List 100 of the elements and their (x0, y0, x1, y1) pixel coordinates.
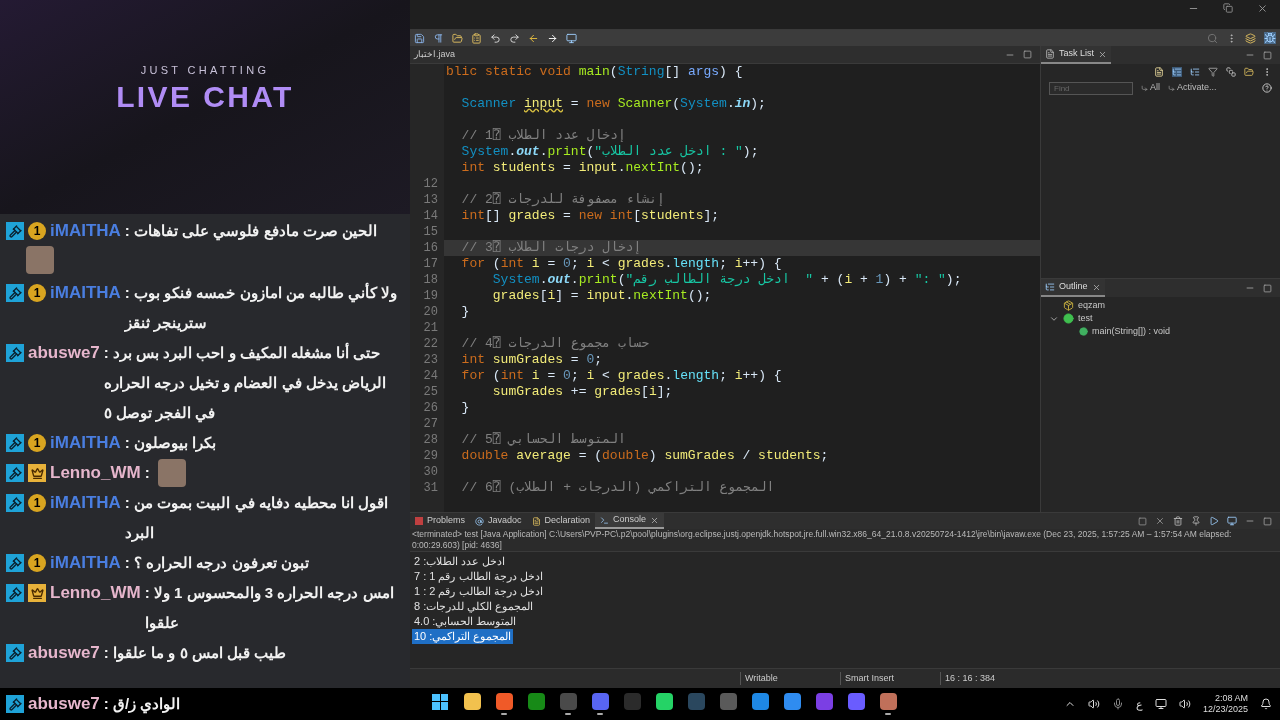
outline-item[interactable]: main(String[]) : void (1092, 324, 1171, 339)
problems-icon (415, 517, 423, 525)
subscriber-badge: 1 (28, 494, 46, 512)
restore-icon[interactable] (1223, 3, 1233, 13)
process-status-text: <terminated> test [Java Application] C:\Users\PVP-PC\.p2\pool\plugins\org.eclipse.justj.openjdk.hotspot.jre.full.win32.x86_64_21.0.8.v20250724-1412\jre\bin\javaw.exe (Dec 23, 2025, 1:57:25 AM – 1:57:54 AM elapsed: 0:00:29.603) [pid: 4636] (410, 529, 1280, 552)
code-line: blic static void main(String[] args) { (445, 64, 744, 80)
code-line: for (int i = 0; i < grades.length; i++) { (460, 368, 783, 384)
run-icon[interactable] (1209, 516, 1219, 526)
outline-item[interactable]: test (1078, 311, 1093, 326)
chat-message-text: : امس درجه الحراره 3 والمحسوس 1 ولا علقوا (144, 583, 395, 634)
input-language[interactable]: ع (1135, 695, 1143, 713)
line-number: 29 (423, 449, 438, 463)
pilcrow-icon[interactable] (433, 32, 444, 44)
line-number: 26 (423, 401, 438, 415)
help-icon[interactable] (1262, 83, 1272, 93)
taskbar-app-icon[interactable] (879, 693, 897, 710)
line-number: 16 (423, 241, 438, 255)
debug-perspective-icon[interactable] (1264, 32, 1276, 44)
task-list-icon (1045, 49, 1055, 59)
status-item: 16 : 16 : 384 (940, 671, 1040, 686)
stop-icon[interactable] (1138, 516, 1147, 526)
code-line: } (460, 304, 471, 320)
scheduled-icon[interactable] (1190, 67, 1200, 77)
status-item: Smart Insert (840, 671, 940, 686)
subscriber-badge: 1 (28, 554, 46, 572)
chat-username: iMAITHA (50, 492, 121, 514)
status-item: Writable (740, 671, 840, 686)
console-output-line: المجموع الكلي للدرجات: 8 (413, 599, 535, 614)
line-number: 31 (423, 481, 438, 495)
line-number: 14 (423, 209, 438, 223)
display-console-icon[interactable] (1227, 516, 1237, 526)
folder-icon[interactable] (452, 32, 463, 44)
code-line: Scanner input = new Scanner(System.in); (460, 96, 767, 112)
filter-link[interactable]: Activate... (1177, 81, 1217, 95)
volume-icon[interactable] (1178, 698, 1191, 710)
code-line: // 2⍰ إنشاء مصفوفة للدرجات (460, 192, 666, 208)
outline-item[interactable]: eqzam (1078, 298, 1105, 313)
remove-launch-icon[interactable] (1155, 516, 1165, 526)
search-icon[interactable] (1207, 32, 1218, 44)
notification-icon[interactable] (1260, 698, 1272, 710)
console-tab[interactable]: Problems (410, 513, 470, 529)
code-line: // 5⍰ المتوسط الحسابي (460, 432, 627, 448)
maximize-icon[interactable] (1263, 283, 1272, 293)
arrow-right-icon[interactable] (547, 32, 558, 44)
console-tab[interactable]: Declaration (526, 513, 596, 529)
task-list-tab[interactable]: Task List (1041, 46, 1111, 64)
close-icon[interactable] (1257, 3, 1268, 14)
microphone-icon[interactable] (1111, 698, 1124, 710)
chat-message-text: : (144, 463, 150, 483)
maximize-icon[interactable] (1263, 50, 1272, 60)
outline-icon (1045, 282, 1055, 292)
filter-icon[interactable] (1208, 67, 1218, 77)
outline-tab[interactable]: Outline (1041, 279, 1105, 297)
pin-icon[interactable] (1191, 516, 1201, 526)
window-icon[interactable] (566, 32, 577, 44)
taskbar-app-icon[interactable] (463, 693, 481, 710)
start-button[interactable] (432, 693, 448, 710)
overlay-title: LIVE CHAT (116, 78, 294, 115)
line-number: 27 (423, 417, 438, 431)
speaker-icon[interactable] (1087, 698, 1100, 710)
package-icon (1063, 300, 1074, 311)
console-output-line: ادخل عدد الطلاب: 2 (413, 554, 507, 569)
subscriber-badge: 1 (28, 222, 46, 240)
subscriber-badge: 1 (28, 434, 46, 452)
arrow-left-icon[interactable] (528, 32, 539, 44)
save-icon[interactable] (414, 32, 425, 44)
taskbar-app-icon[interactable] (751, 693, 769, 710)
editor-tab[interactable]: اختبار.java (410, 47, 459, 62)
console-tab[interactable]: Console (595, 513, 665, 529)
line-number: 13 (423, 193, 438, 207)
taskbar-app-icon[interactable] (495, 693, 513, 710)
code-line: grades[i] = input.nextInt(); (491, 288, 713, 304)
clear-console-icon[interactable] (1173, 516, 1183, 526)
maximize-icon[interactable] (1263, 516, 1272, 526)
line-number: 30 (423, 465, 438, 479)
line-number: 25 (423, 385, 438, 399)
chat-username: abuswe7 (28, 642, 100, 664)
code-line: // 1⍰ إدخال عدد الطلاب (460, 128, 627, 144)
moderator-badge (6, 494, 24, 512)
perspective-icon[interactable] (1245, 32, 1256, 44)
line-number: 28 (423, 433, 438, 447)
clock[interactable]: 2:08 AM 12/23/2025 (1202, 693, 1248, 715)
new-task-icon[interactable] (1154, 67, 1164, 77)
moderator-badge (6, 344, 24, 362)
console-output-line: ادخل درجة الطالب رقم 1 : 7 (413, 569, 544, 584)
forward-arrow-icon[interactable] (509, 32, 520, 44)
maximize-icon[interactable] (1023, 50, 1032, 59)
console-tab[interactable]: Javadoc (470, 513, 527, 529)
clipboard-icon[interactable] (471, 32, 482, 44)
moderator-badge (6, 222, 24, 240)
close-icon[interactable] (1091, 282, 1101, 292)
categorized-icon[interactable] (1172, 67, 1182, 77)
close-icon[interactable] (650, 515, 660, 525)
moderator-badge (6, 284, 24, 302)
chat-username: iMAITHA (50, 432, 121, 454)
taskbar-app-icon[interactable] (655, 693, 673, 710)
back-arrow-icon[interactable] (490, 32, 501, 44)
filter-link[interactable]: All (1150, 81, 1160, 95)
close-icon[interactable] (1098, 49, 1107, 59)
taskbar-app-icon[interactable] (783, 693, 801, 710)
